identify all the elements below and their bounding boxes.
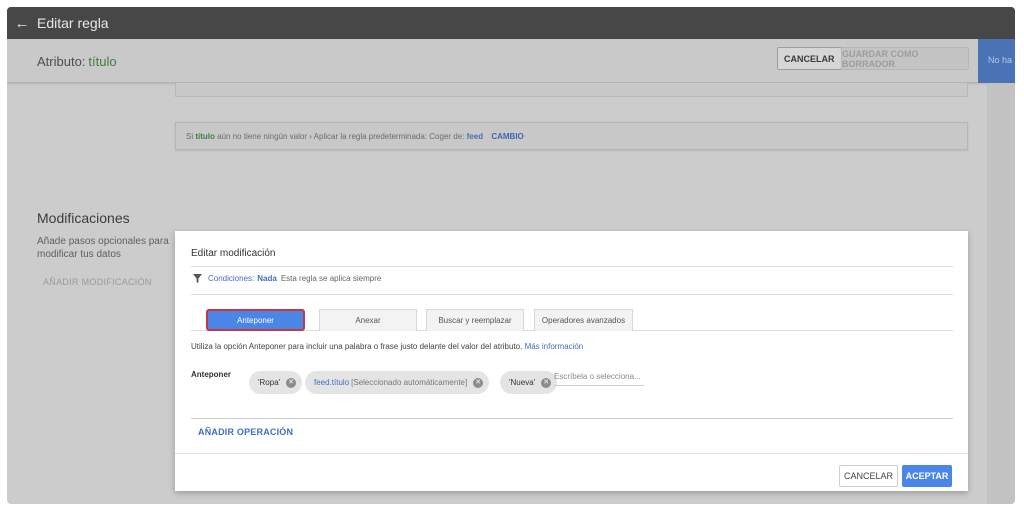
remove-chip-icon[interactable]: ✕ bbox=[473, 377, 484, 388]
chip-label: 'Ropa' bbox=[258, 378, 281, 387]
chip-feed-label: feed.título bbox=[314, 378, 350, 387]
chip-ropa[interactable]: 'Ropa' ✕ bbox=[249, 371, 303, 394]
side-panel bbox=[987, 83, 1015, 504]
help-text: Utiliza la opción Anteponer para incluir… bbox=[191, 342, 583, 351]
add-operation-button[interactable]: AÑADIR OPERACIÓN bbox=[198, 427, 293, 437]
remove-chip-icon[interactable]: ✕ bbox=[541, 377, 552, 388]
side-panel-tab[interactable]: No ha bbox=[978, 39, 1015, 83]
filter-icon bbox=[193, 274, 202, 283]
dialog-footer: CANCELAR ACEPTAR bbox=[175, 453, 968, 491]
tab-anexar[interactable]: Anexar bbox=[319, 309, 417, 331]
modifications-title: Modificaciones bbox=[37, 210, 130, 226]
page-title: Editar regla bbox=[37, 15, 109, 31]
field-label: Anteponer bbox=[191, 370, 231, 379]
rule-source: feed bbox=[466, 132, 484, 141]
divider bbox=[191, 294, 953, 295]
help-description: Utiliza la opción Anteponer para incluir… bbox=[191, 342, 523, 351]
chip-feed-titulo[interactable]: feed.título [Seleccionado automáticament… bbox=[305, 371, 490, 394]
accept-button[interactable]: ACEPTAR bbox=[902, 465, 952, 487]
save-draft-button[interactable]: GUARDAR COMO BORRADOR bbox=[841, 47, 969, 70]
attribute-label: Atributo: bbox=[37, 54, 86, 69]
edit-modification-dialog: Editar modificación Condiciones: Nada Es… bbox=[175, 231, 968, 491]
cancel-button[interactable]: CANCELAR bbox=[777, 47, 842, 70]
tab-operadores-avanzados[interactable]: Operadores avanzados bbox=[534, 309, 633, 331]
attribute-heading: Atributo: título bbox=[37, 54, 117, 69]
back-arrow-icon[interactable]: ← bbox=[7, 15, 37, 32]
conditions-row: Condiciones: Nada Esta regla se aplica s… bbox=[193, 274, 381, 283]
app-window: ← Editar regla Atributo: título CANCELAR … bbox=[7, 7, 1015, 504]
default-rule-card: Si título aún no tiene ningún valor › Ap… bbox=[175, 122, 968, 150]
divider bbox=[191, 418, 953, 419]
rule-text: aún no tiene ningún valor › Aplicar la r… bbox=[217, 132, 465, 141]
chip-nueva[interactable]: 'Nueva' ✕ bbox=[500, 371, 558, 394]
previous-card bbox=[175, 83, 968, 97]
chip-auto-label: [Seleccionado automáticamente] bbox=[351, 378, 468, 387]
attribute-bar: Atributo: título CANCELAR GUARDAR COMO BO… bbox=[7, 39, 1015, 83]
rule-attribute: título bbox=[195, 132, 215, 141]
modifications-description: Añade pasos opcionales para modificar tu… bbox=[37, 236, 169, 260]
attribute-value: título bbox=[88, 54, 117, 69]
tab-anteponer[interactable]: Anteponer bbox=[206, 309, 305, 331]
rule-prefix: Si bbox=[186, 132, 194, 141]
divider bbox=[191, 266, 953, 267]
dialog-cancel-button[interactable]: CANCELAR bbox=[839, 465, 898, 487]
value-input[interactable] bbox=[554, 368, 644, 386]
tab-buscar-reemplazar[interactable]: Buscar y reemplazar bbox=[426, 309, 524, 331]
operation-tabs: Anteponer Anexar Buscar y reemplazar Ope… bbox=[191, 309, 953, 331]
conditions-text: Esta regla se aplica siempre bbox=[280, 274, 382, 283]
conditions-value[interactable]: Nada bbox=[257, 274, 277, 283]
remove-chip-icon[interactable]: ✕ bbox=[286, 377, 297, 388]
more-info-link[interactable]: Más información bbox=[525, 342, 584, 351]
add-modification-button[interactable]: AÑADIR MODIFICACIÓN bbox=[43, 277, 152, 287]
chip-label: 'Nueva' bbox=[509, 378, 536, 387]
dialog-title: Editar modificación bbox=[191, 248, 276, 259]
change-link[interactable]: CAMBIO bbox=[491, 132, 523, 141]
top-bar: ← Editar regla bbox=[7, 7, 1015, 39]
conditions-link[interactable]: Condiciones: bbox=[208, 274, 254, 283]
